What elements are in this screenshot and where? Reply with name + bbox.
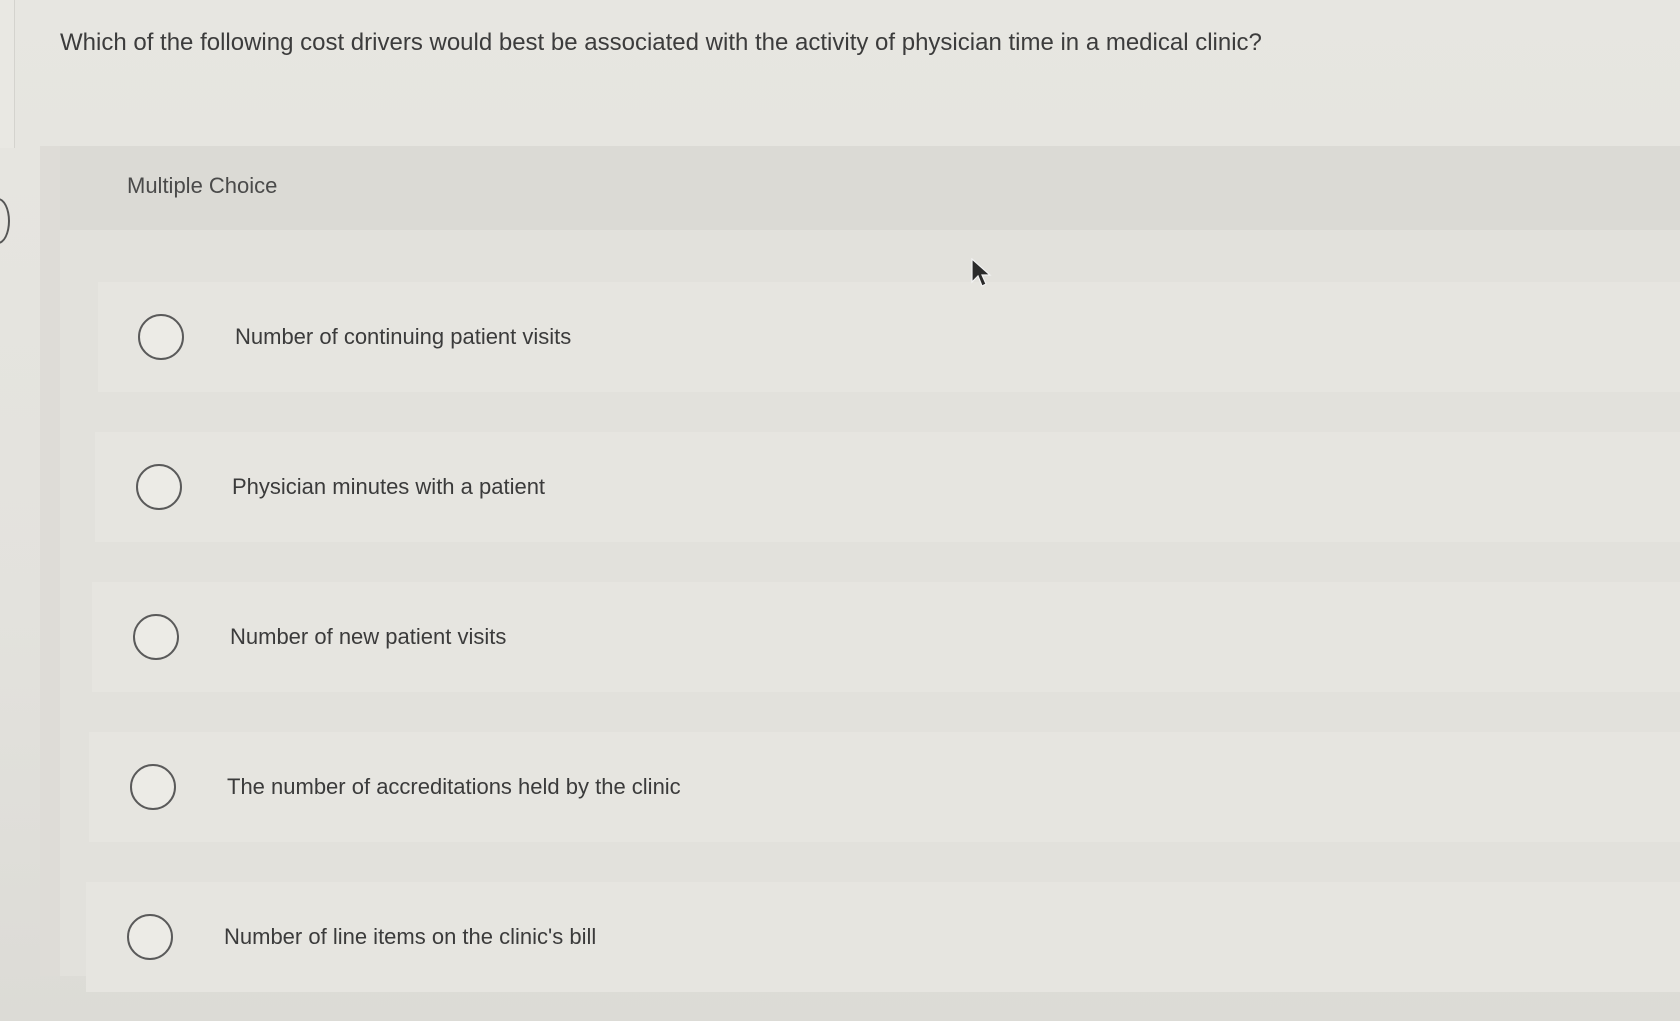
quiz-page: Which of the following cost drivers woul… (0, 0, 1680, 1021)
answer-option-label: Number of continuing patient visits (235, 324, 572, 349)
multiple-choice-label: Multiple Choice (127, 173, 278, 198)
answer-option-label: Physician minutes with a patient (232, 474, 546, 499)
answer-option-4[interactable]: The number of accreditations held by the… (89, 732, 1680, 842)
mouse-pointer-icon (971, 258, 992, 287)
radio-unchecked-icon[interactable] (130, 764, 176, 810)
radio-unchecked-icon[interactable] (133, 614, 179, 660)
answer-option-5[interactable]: Number of line items on the clinic's bil… (86, 882, 1680, 992)
answer-option-label: Number of line items on the clinic's bil… (224, 924, 597, 949)
answer-option-2[interactable]: Physician minutes with a patient (95, 432, 1680, 542)
radio-unchecked-icon[interactable] (127, 914, 173, 960)
left-edge-panel (0, 0, 15, 148)
answer-option-3[interactable]: Number of new patient visits (92, 582, 1680, 692)
question-text: Which of the following cost drivers woul… (60, 29, 1262, 56)
answer-option-label: The number of accreditations held by the… (227, 774, 681, 799)
radio-unchecked-icon[interactable] (138, 314, 184, 360)
multiple-choice-header (60, 146, 1680, 230)
answer-option-label: Number of new patient visits (230, 624, 507, 649)
answer-option-1[interactable]: Number of continuing patient visits (98, 282, 1680, 392)
side-arc-icon (0, 198, 10, 244)
radio-unchecked-icon[interactable] (136, 464, 182, 510)
